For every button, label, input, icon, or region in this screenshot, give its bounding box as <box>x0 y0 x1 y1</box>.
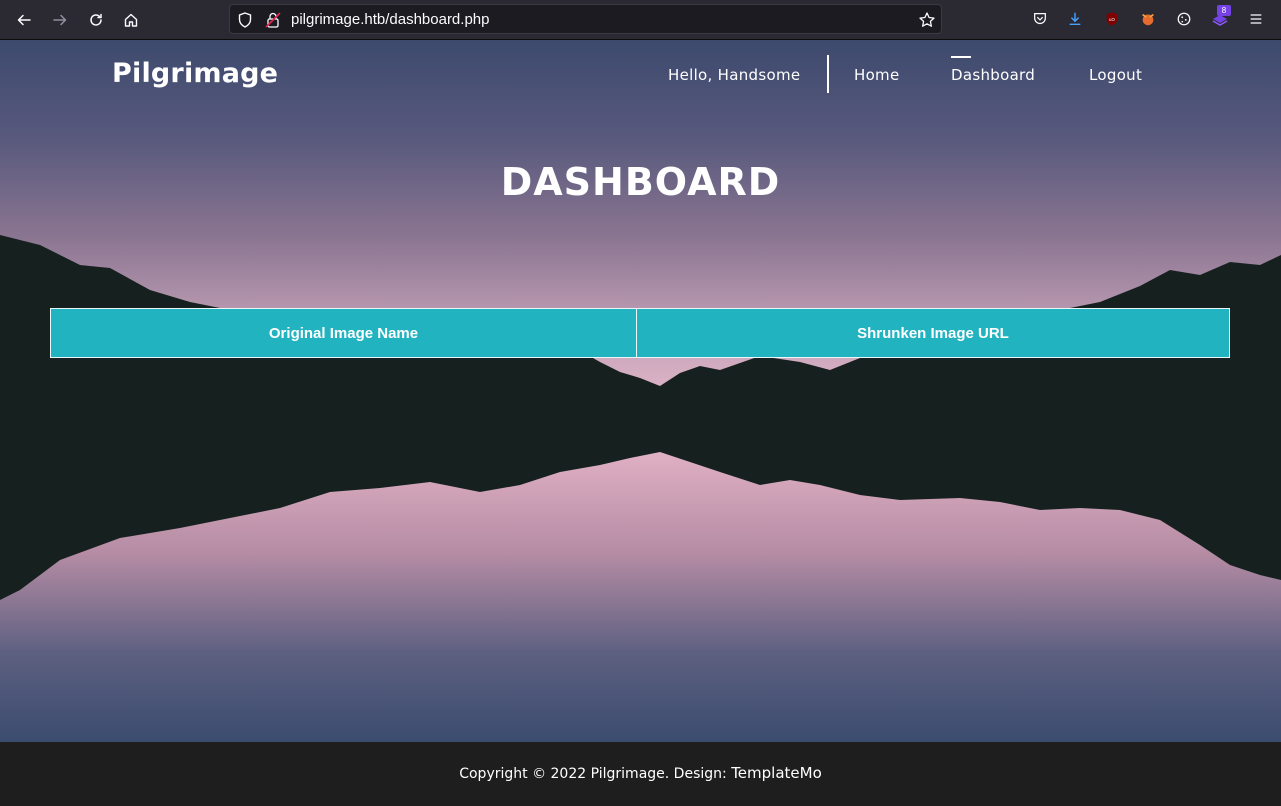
hamburger-menu-icon[interactable] <box>1247 10 1265 28</box>
images-table: Original Image Name Shrunken Image URL <box>50 308 1230 358</box>
forward-button[interactable] <box>49 9 71 31</box>
extension-badge: 8 <box>1217 5 1231 16</box>
reload-icon <box>90 13 102 26</box>
pocket-icon[interactable] <box>1031 10 1049 28</box>
site-logo[interactable]: Pilgrimage <box>112 58 278 89</box>
nav-logout-link[interactable]: Logout <box>1089 66 1142 84</box>
home-button[interactable] <box>120 9 142 31</box>
reload-button[interactable] <box>85 9 107 31</box>
nav-dashboard-link[interactable]: Dashboard <box>951 66 1035 84</box>
site-footer: Copyright © 2022 Pilgrimage. Design: Tem… <box>0 742 1281 806</box>
nav-home-link[interactable]: Home <box>854 66 900 84</box>
column-header-shrunken-url: Shrunken Image URL <box>636 308 1230 358</box>
url-bar[interactable]: pilgrimage.htb/dashboard.php <box>229 4 942 34</box>
back-button[interactable] <box>13 9 35 31</box>
url-text[interactable]: pilgrimage.htb/dashboard.php <box>291 11 489 28</box>
arrow-right-icon <box>53 14 67 26</box>
nav-divider <box>827 55 829 93</box>
page-viewport: Pilgrimage Hello, Handsome Home Dashboar… <box>0 40 1281 742</box>
foxyproxy-icon[interactable] <box>1139 10 1157 28</box>
home-icon <box>124 13 138 27</box>
footer-copyright-text: Copyright © 2022 Pilgrimage. Design: <box>459 766 732 782</box>
active-nav-indicator <box>951 56 971 58</box>
mountain-lake-background <box>0 235 1281 742</box>
browser-toolbar: pilgrimage.htb/dashboard.php uO 8 <box>0 0 1281 40</box>
arrow-left-icon <box>17 14 31 26</box>
shield-icon[interactable] <box>236 11 254 29</box>
table-header-row: Original Image Name Shrunken Image URL <box>50 308 1230 358</box>
footer-copyright: Copyright © 2022 Pilgrimage. Design: Tem… <box>0 764 1281 782</box>
cookie-icon[interactable] <box>1175 10 1193 28</box>
user-greeting: Hello, Handsome <box>668 66 801 84</box>
svg-text:uO: uO <box>1109 17 1115 22</box>
footer-design-link[interactable]: TemplateMo <box>731 764 822 782</box>
downloads-icon[interactable] <box>1066 10 1084 28</box>
ublock-origin-icon[interactable]: uO <box>1103 10 1121 28</box>
insecure-lock-icon[interactable] <box>264 11 282 29</box>
column-header-original-name: Original Image Name <box>50 308 637 358</box>
bookmark-star-icon[interactable] <box>918 11 936 29</box>
page-title: DASHBOARD <box>500 160 781 204</box>
